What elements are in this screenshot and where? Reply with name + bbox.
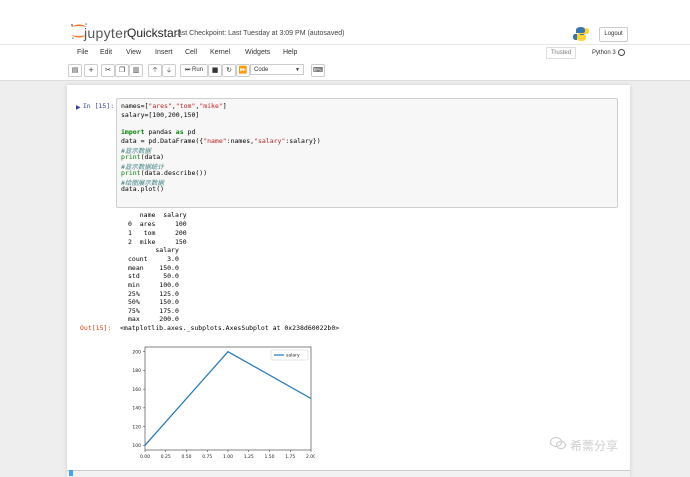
y-tick-label: 180 [132, 368, 141, 374]
input-prompt: In [15]: [75, 102, 114, 110]
move-up-icon[interactable]: 🡡 [148, 64, 162, 77]
stdout-line: 50% 150.0 [128, 298, 179, 306]
keyboard-icon[interactable]: ⌨ [311, 64, 325, 77]
copy-icon[interactable]: ❐ [115, 64, 129, 77]
code-line-7: print(data) [121, 153, 165, 161]
y-tick-label: 200 [132, 349, 141, 355]
menubar: File Edit View Insert Cell Kernel Widget… [0, 44, 690, 62]
save-icon[interactable]: ▤ [68, 64, 82, 77]
code-line-5: data = pd.DataFrame({"name":names,"salar… [121, 137, 321, 145]
stdout-line: 25% 125.0 [128, 290, 179, 298]
menu-widgets[interactable]: Widgets [245, 49, 270, 56]
x-tick-label: 1.75 [285, 454, 295, 460]
x-tick-label: 1.00 [223, 454, 233, 460]
menu-cell[interactable]: Cell [185, 49, 197, 56]
kernel-idle-icon [617, 49, 625, 56]
stdout-line: 2 mike 150 [128, 238, 187, 246]
stdout-line: std 50.0 [128, 272, 179, 280]
output-prompt: Out[15]: [80, 324, 112, 332]
run-icon: ⏭ [184, 67, 191, 73]
stdout-line: name salary [128, 211, 187, 219]
stdout-line: 0 ares 100 [128, 220, 187, 228]
checkpoint-status: Last Checkpoint: Last Tuesday at 3:09 PM… [174, 30, 345, 37]
cell-type-select[interactable]: Code ▼ [250, 64, 304, 75]
code-line-9: print(data.describe()) [121, 169, 208, 177]
stdout-line: 75% 175.0 [128, 307, 179, 315]
chevron-down-icon: ▼ [295, 67, 300, 73]
kernel-name: Python 3 [592, 50, 616, 57]
add-cell-icon[interactable]: + [84, 64, 98, 77]
menu-file[interactable]: File [77, 49, 88, 56]
x-tick-label: 0.00 [140, 454, 150, 460]
y-tick-label: 160 [132, 387, 141, 393]
stdout-line: salary [128, 246, 179, 254]
restart-icon[interactable]: ↻ [222, 64, 236, 77]
menu-insert[interactable]: Insert [155, 49, 173, 56]
y-tick-label: 140 [132, 406, 141, 412]
x-tick-label: 0.50 [181, 454, 191, 460]
output-result-text: <matplotlib.axes._subplots.AxesSubplot a… [120, 324, 340, 332]
restart-run-all-icon[interactable]: ⏩ [236, 64, 250, 77]
selected-cell-indicator [69, 470, 73, 476]
notebook-title[interactable]: Quickstart [127, 26, 181, 40]
notebook-header: jupyter Quickstart Last Checkpoint: Last… [0, 0, 690, 44]
stdout-line: count 3.0 [128, 255, 179, 263]
menu-edit[interactable]: Edit [100, 49, 112, 56]
stdout-line: mean 150.0 [128, 264, 179, 272]
x-tick-label: 2.00 [306, 454, 315, 460]
run-button[interactable]: ⏭ Run [180, 64, 208, 77]
stdout-line: min 100.0 [128, 281, 179, 289]
x-tick-label: 0.25 [161, 454, 171, 460]
trusted-indicator[interactable]: Trusted [546, 47, 576, 59]
wechat-icon [550, 436, 566, 450]
salary-line-chart: 100 120 140 160 180 200 0.00 0.25 0.50 0.75 1.00 1.… [132, 346, 315, 460]
move-down-icon[interactable]: 🡣 [162, 64, 176, 77]
legend-label: salary [286, 353, 300, 359]
code-line-2: salary=[100,200,150] [121, 111, 200, 119]
cell-type-value: Code [254, 67, 269, 73]
x-tick-label: 0.75 [202, 454, 212, 460]
x-tick-label: 1.25 [244, 454, 254, 460]
code-line-1: names=["ares","tom","mike"] [121, 102, 227, 110]
menu-view[interactable]: View [126, 49, 141, 56]
code-line-4: import pandas as pd [121, 128, 196, 136]
menu-kernel[interactable]: Kernel [210, 49, 230, 56]
cut-icon[interactable]: ✂ [101, 64, 115, 77]
interrupt-icon[interactable]: ■ [208, 64, 222, 77]
stdout-line: max 200.0 [128, 315, 179, 323]
watermark-text: 希薷分享 [570, 439, 619, 453]
python-logo-icon [573, 27, 589, 41]
x-tick-label: 1.50 [264, 454, 274, 460]
y-tick-label: 120 [132, 424, 141, 430]
y-tick-label: 100 [132, 443, 141, 449]
input-prompt-label: In [15]: [82, 102, 115, 110]
code-line-11: data.plot() [121, 185, 165, 193]
menu-help[interactable]: Help [283, 49, 297, 56]
paste-icon[interactable]: ▥ [129, 64, 143, 77]
stdout-line: 1 tom 200 [128, 229, 187, 237]
plot-area [144, 346, 312, 451]
kernel-indicator: Python 3 [592, 49, 625, 56]
jupyter-logo-text[interactable]: jupyter [84, 25, 128, 41]
run-button-label: Run [192, 67, 204, 73]
logout-button[interactable]: Logout [599, 27, 628, 42]
